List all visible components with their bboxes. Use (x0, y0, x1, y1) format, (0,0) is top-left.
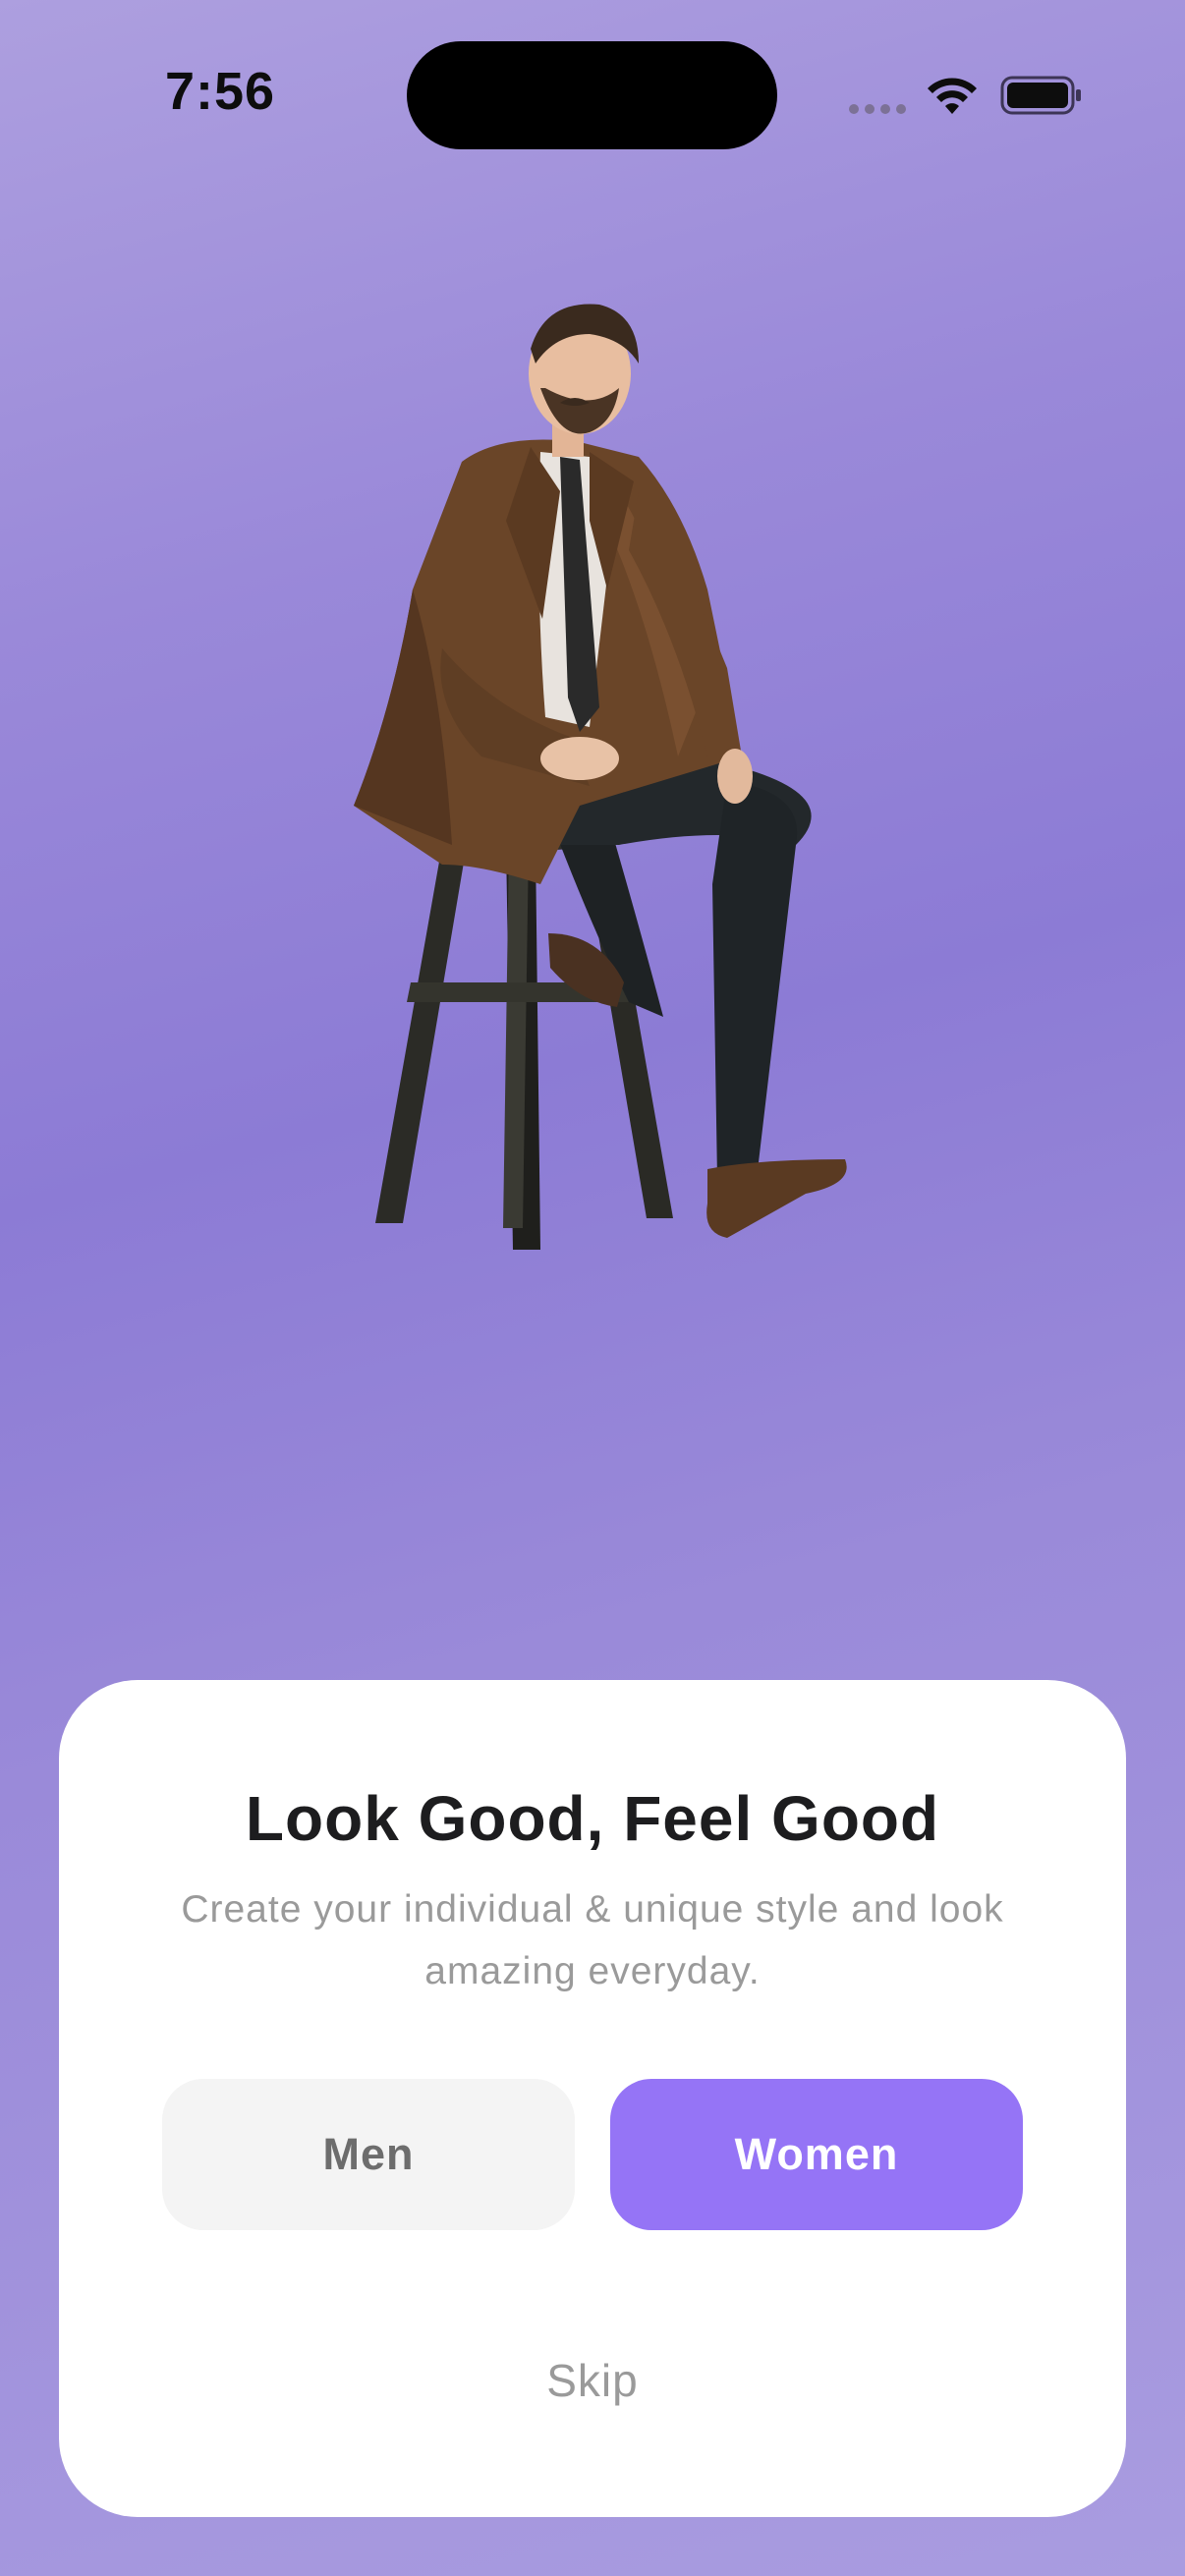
stool-illustration (375, 815, 673, 1250)
women-button[interactable]: Women (610, 2079, 1023, 2230)
men-button[interactable]: Men (162, 2079, 575, 2230)
status-time: 7:56 (165, 62, 276, 121)
battery-icon (1000, 76, 1081, 115)
person-illustration (354, 304, 847, 1238)
status-bar: 7:56 (0, 0, 1185, 187)
dynamic-island (407, 41, 777, 149)
skip-link[interactable]: Skip (59, 2354, 1126, 2407)
cellular-icon (849, 104, 906, 114)
card-subtitle: Create your individual & unique style an… (181, 1888, 1004, 1992)
wifi-icon (928, 78, 977, 114)
card-title: Look Good, Feel Good (245, 1783, 940, 1854)
onboarding-card: Look Good, Feel Good Create your individ… (59, 1680, 1126, 2517)
hero-image (354, 304, 847, 1250)
